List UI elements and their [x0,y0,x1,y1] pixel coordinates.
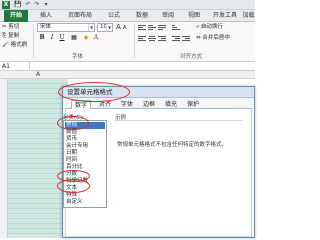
increase-indent-icon[interactable] [182,35,190,43]
ribbon-home: ✂ 剪切 ⎘ 复制 🖌 格式刷 宋体 ▼ 10 ▼ A A B I U ▦ ◆ … [0,22,255,62]
customize-toolbar-icon[interactable]: ▾ [42,1,50,9]
shrink-font-button[interactable]: A [123,24,126,32]
copy-button[interactable]: ⎘ 复制 [2,32,19,40]
align-bottom-icon[interactable] [158,24,166,32]
bold-button[interactable]: B [38,34,46,42]
tab-home[interactable]: 开始 [4,10,28,22]
align-right-icon[interactable] [158,35,166,43]
tab-developer[interactable]: 开发工具 [208,10,242,22]
category-item-time[interactable]: 时间 [66,157,77,164]
sample-divider [115,120,243,121]
tab-page-layout[interactable]: 页面布局 [62,10,98,22]
align-center-icon[interactable] [148,35,156,43]
chevron-down-icon: ▼ [106,24,112,31]
excel-app-icon[interactable]: X [2,1,10,9]
name-box[interactable]: A1 [0,62,30,71]
category-item-currency[interactable]: 货币 [66,136,77,143]
category-item-custom[interactable]: 自定义 [66,199,83,206]
font-size-select[interactable]: 10 ▼ [97,23,113,32]
font-family-value: 宋体 [40,24,52,30]
category-item-date[interactable]: 日期 [66,150,77,157]
wrap-text-label: 自动换行 [200,24,223,30]
font-group-label: 字体 [72,54,84,60]
category-item-special[interactable]: 特殊 [66,192,77,199]
group-divider [33,24,34,58]
tab-protection[interactable]: 保护 [183,100,203,109]
align-middle-icon[interactable] [148,24,156,32]
category-list[interactable]: 常规 数值 货币 会计专用 日期 时间 百分比 分数 科学记数 文本 特殊 自定… [63,120,107,208]
redo-icon[interactable]: ↷ [33,1,41,9]
align-top-icon[interactable] [138,24,146,32]
font-family-select[interactable]: 宋体 ▼ [37,23,95,32]
tab-review[interactable]: 审阅 [156,10,180,22]
wrap-text-button[interactable]: ⤶ 自动换行 [196,23,223,31]
cut-label: 剪切 [8,24,20,30]
category-item-number[interactable]: 数值 [66,129,77,136]
tab-formulas[interactable]: 公式 [102,10,126,22]
grow-font-button[interactable]: A [116,23,121,31]
tab-insert[interactable]: 插入 [34,10,58,22]
tab-add-ins[interactable]: 加载项 [242,10,255,22]
chevron-down-icon: ▼ [88,24,94,31]
merge-center-button[interactable]: ⇔ 合并后居中 [196,34,230,42]
title-bar: X 💾 ↶ ↷ ▾ [0,0,255,10]
tab-fill[interactable]: 填充 [161,100,181,109]
formula-bar: A1 [0,62,255,71]
tab-border[interactable]: 边框 [139,100,159,109]
font-color-icon[interactable]: A [92,34,100,42]
align-left-icon[interactable] [138,35,146,43]
borders-icon[interactable]: ▦ [70,34,78,42]
decrease-indent-icon[interactable] [172,35,180,43]
format-description: 常规单元格格式不包含任何特定的数字格式。 [117,142,228,148]
annotation-oval-title [58,82,130,102]
category-item-accounting[interactable]: 会计专用 [66,143,88,150]
copy-label: 复制 [8,33,20,39]
alignment-group-label: 对齐方式 [180,54,203,60]
tab-data[interactable]: 数据 [130,10,154,22]
format-painter-label: 格式刷 [10,42,28,48]
italic-button[interactable]: I [48,34,56,42]
group-divider [134,24,135,58]
annotation-oval-custom [57,179,90,193]
ribbon-tab-bar: 开始 插入 页面布局 公式 数据 审阅 视图 开发工具 加载项 [0,10,255,22]
save-icon[interactable]: 💾 [14,1,22,9]
column-header-a[interactable]: A [8,71,68,79]
fill-color-icon[interactable]: ◆ [82,34,90,42]
format-painter-button[interactable]: 🖌 格式刷 [2,41,27,49]
tab-view[interactable]: 视图 [182,10,206,22]
row-header-column [0,79,8,238]
merge-center-label: 合并后居中 [202,35,230,41]
underline-button[interactable]: U [58,34,66,42]
column-header-row: A [0,71,255,79]
format-cells-dialog: 设置单元格格式 数字 对齐 字体 边框 填充 保护 分类(C): 常规 数值 货… [62,86,255,238]
undo-icon[interactable]: ↶ [24,1,32,9]
orientation-icon[interactable] [172,24,180,32]
selected-column-a[interactable] [8,79,68,238]
tab-font[interactable]: 字体 [117,100,137,109]
annotation-oval-general [57,116,89,130]
cut-button[interactable]: ✂ 剪切 [2,23,19,31]
